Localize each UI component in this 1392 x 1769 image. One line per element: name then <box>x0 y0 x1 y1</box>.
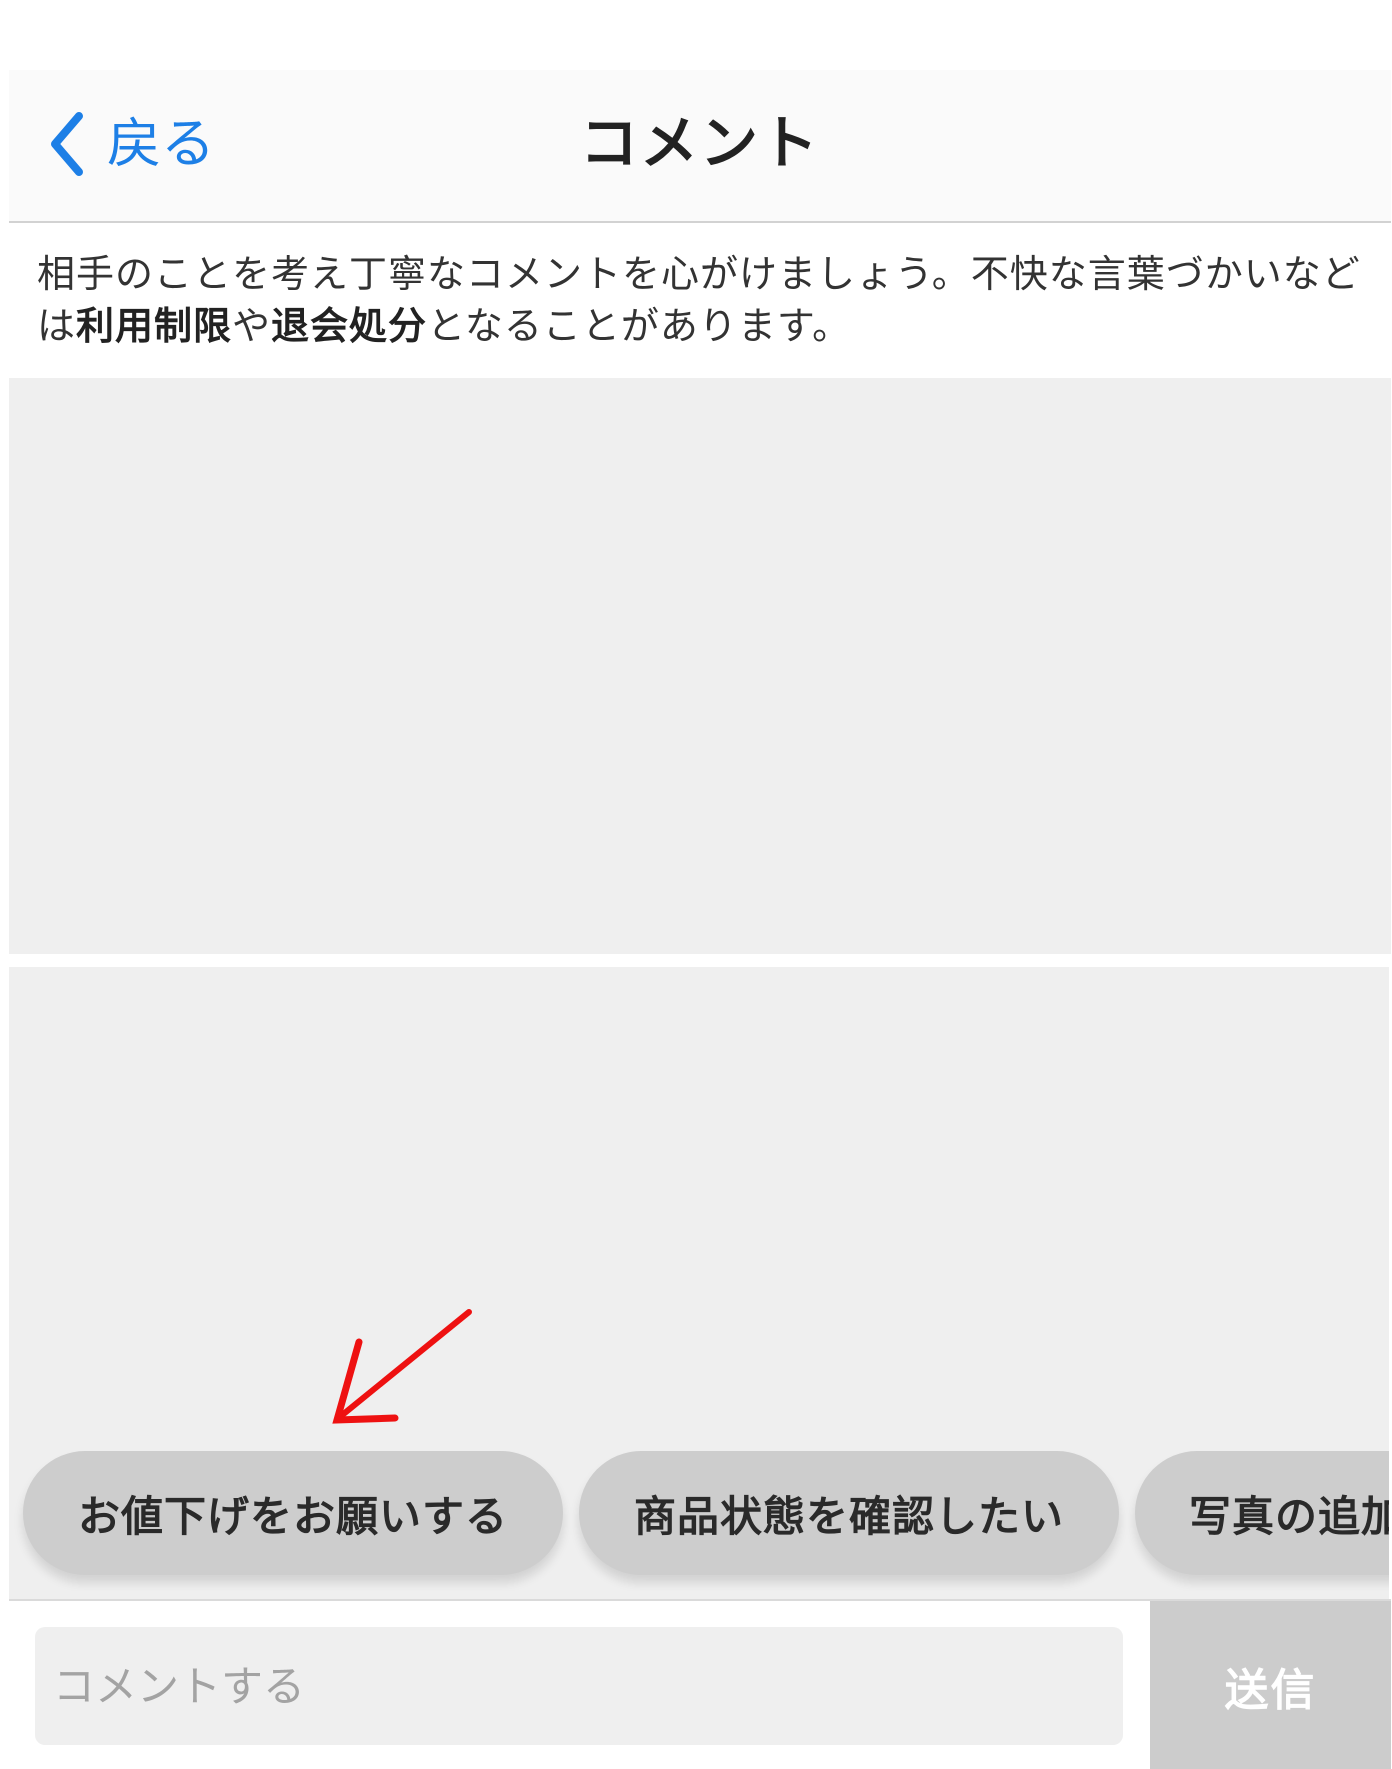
comment-guideline-notice: 相手のことを考え丁寧なコメントを心がけましょう。不快な言葉づかいなどは利用制限や… <box>9 223 1391 378</box>
page: 戻る コメント 相手のことを考え丁寧なコメントを心がけましょう。不快な言葉づかい… <box>0 0 1392 1769</box>
comment-screen: 戻る コメント 相手のことを考え丁寧なコメントを心がけましょう。不快な言葉づかい… <box>9 70 1391 1769</box>
quick-reply-bar: お値下げをお願いする 商品状態を確認したい 写真の追加 <box>9 1451 1389 1591</box>
notice-emphasis-usage-limit: 利用制限 <box>76 304 233 348</box>
quick-reply-chip-price-reduction[interactable]: お値下げをお願いする <box>23 1451 563 1575</box>
comment-input[interactable] <box>35 1627 1123 1745</box>
send-button[interactable]: 送信 <box>1150 1601 1391 1769</box>
item-preview-area <box>9 378 1391 954</box>
quick-reply-chip-item-condition[interactable]: 商品状態を確認したい <box>579 1451 1119 1575</box>
notice-text-part: や <box>232 304 272 348</box>
red-arrow-icon <box>323 1306 483 1434</box>
quick-reply-chip-add-photos[interactable]: 写真の追加 <box>1135 1451 1389 1575</box>
notice-text-part: となることがあります。 <box>427 304 852 348</box>
page-title: コメント <box>579 109 820 177</box>
navigation-bar: 戻る コメント <box>9 70 1391 223</box>
notice-emphasis-withdrawal: 退会処分 <box>271 304 428 348</box>
comment-composer: 送信 <box>9 1599 1391 1769</box>
notice-text: 相手のことを考え丁寧なコメントを心がけましょう。不快な言葉づかいなどは利用制限や… <box>37 248 1367 352</box>
